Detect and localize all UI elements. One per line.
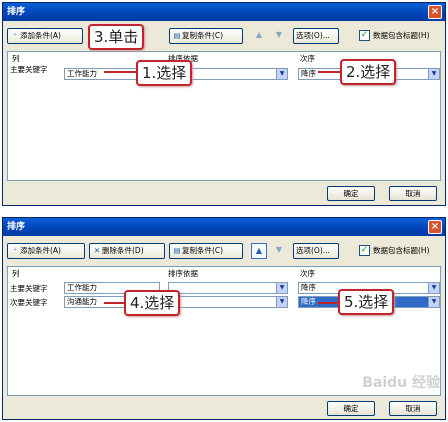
copy-icon: ▤ (173, 246, 181, 255)
sort-dialog-1: 排序 × ⁺ 添加条件(A) ▤复制条件(C) ▲ ▼ 选项(O)... ✓ 数据… (2, 2, 446, 206)
dialog-title-bar: 排序 × (3, 3, 445, 21)
cancel-button[interactable]: 取消 (389, 186, 437, 201)
header-checkbox[interactable]: ✓ (359, 245, 370, 256)
copy-condition-button[interactable]: ▤复制条件(C) (169, 243, 243, 259)
dialog-title: 排序 (7, 7, 26, 17)
callout-step-5: 5.选择 (338, 289, 395, 315)
secondary-order-value: 降序 (301, 297, 316, 306)
sort-on-header: 排序依据 (168, 269, 198, 278)
primary-order-value: 降序 (301, 69, 316, 78)
callout-step-4: 4.选择 (124, 290, 181, 316)
header-checkbox[interactable]: ✓ (359, 30, 370, 41)
primary-key-label: 主要关键字 (10, 284, 48, 293)
header-checkbox-label: 数据包含标题(H) (373, 31, 430, 40)
chevron-down-icon[interactable]: ▼ (276, 69, 287, 79)
callout-step-1: 1.选择 (136, 60, 193, 86)
toolbar: ⁺ 添加条件(A) ▤复制条件(C) ▲ ▼ 选项(O)... ✓ 数据包含标题(… (3, 25, 445, 47)
cancel-button[interactable]: 取消 (389, 401, 437, 416)
copy-condition-button[interactable]: ▤复制条件(C) (169, 28, 243, 44)
column-header: 列 (12, 269, 20, 278)
close-button[interactable]: × (428, 5, 442, 19)
copy-icon: ▤ (173, 31, 181, 40)
options-label: 选项(O)... (296, 31, 330, 40)
copy-condition-label: 复制条件(C) (182, 246, 224, 255)
primary-order-value: 降序 (301, 283, 316, 292)
primary-column-value: 工作能力 (67, 283, 97, 292)
options-label: 选项(O)... (296, 246, 330, 255)
header-checkbox-label: 数据包含标题(H) (373, 246, 430, 255)
add-level-icon: ⁺ (13, 246, 17, 255)
primary-key-label: 主要关键字 (10, 65, 48, 74)
secondary-column-value: 沟通能力 (67, 297, 97, 306)
callout-line (318, 71, 340, 73)
order-header: 次序 (300, 269, 315, 278)
add-condition-label: 添加条件(A) (20, 246, 61, 255)
primary-column-value: 工作能力 (67, 69, 97, 78)
ok-button[interactable]: 确定 (327, 401, 375, 416)
move-up-button[interactable]: ▲ (251, 243, 267, 259)
move-down-button[interactable]: ▼ (271, 28, 287, 44)
column-header: 列 (12, 54, 20, 63)
move-up-button[interactable]: ▲ (251, 28, 267, 44)
chevron-down-icon[interactable]: ▼ (428, 297, 439, 307)
order-header: 次序 (300, 54, 315, 63)
add-condition-button[interactable]: ⁺ 添加条件(A) (7, 28, 83, 44)
callout-line (104, 71, 138, 73)
options-button[interactable]: 选项(O)... (293, 28, 339, 44)
ok-button[interactable]: 确定 (327, 186, 375, 201)
copy-condition-label: 复制条件(C) (182, 31, 224, 40)
delete-condition-button[interactable]: ✕ 删除条件(D) (89, 243, 165, 259)
secondary-key-label: 次要关键字 (10, 298, 48, 307)
secondary-sort-on-select[interactable]: ▼ (168, 296, 288, 308)
options-button[interactable]: 选项(O)... (293, 243, 339, 259)
chevron-down-icon[interactable]: ▼ (428, 69, 439, 79)
delete-icon: ✕ (93, 246, 101, 255)
delete-condition-label: 删除条件(D) (102, 246, 144, 255)
callout-step-3: 3.单击 (88, 24, 145, 50)
add-condition-label: 添加条件(A) (20, 31, 61, 40)
dialog-title: 排序 (7, 222, 26, 232)
dialog-title-bar: 排序 × (3, 218, 445, 236)
chevron-down-icon[interactable]: ▼ (428, 283, 439, 293)
chevron-down-icon[interactable]: ▼ (276, 297, 287, 307)
callout-step-2: 2.选择 (340, 59, 397, 85)
watermark: Baidu 经验 (362, 375, 440, 391)
toolbar: ⁺ 添加条件(A) ✕ 删除条件(D) ▤复制条件(C) ▲ ▼ 选项(O)... … (3, 240, 445, 262)
callout-line (104, 302, 124, 304)
chevron-down-icon[interactable]: ▼ (276, 283, 287, 293)
add-level-icon: ⁺ (13, 31, 17, 40)
add-condition-button[interactable]: ⁺ 添加条件(A) (7, 243, 85, 259)
move-down-button[interactable]: ▼ (271, 243, 287, 259)
callout-line (318, 302, 338, 304)
close-button[interactable]: × (428, 220, 442, 234)
primary-sort-on-select[interactable]: ▼ (168, 282, 288, 294)
